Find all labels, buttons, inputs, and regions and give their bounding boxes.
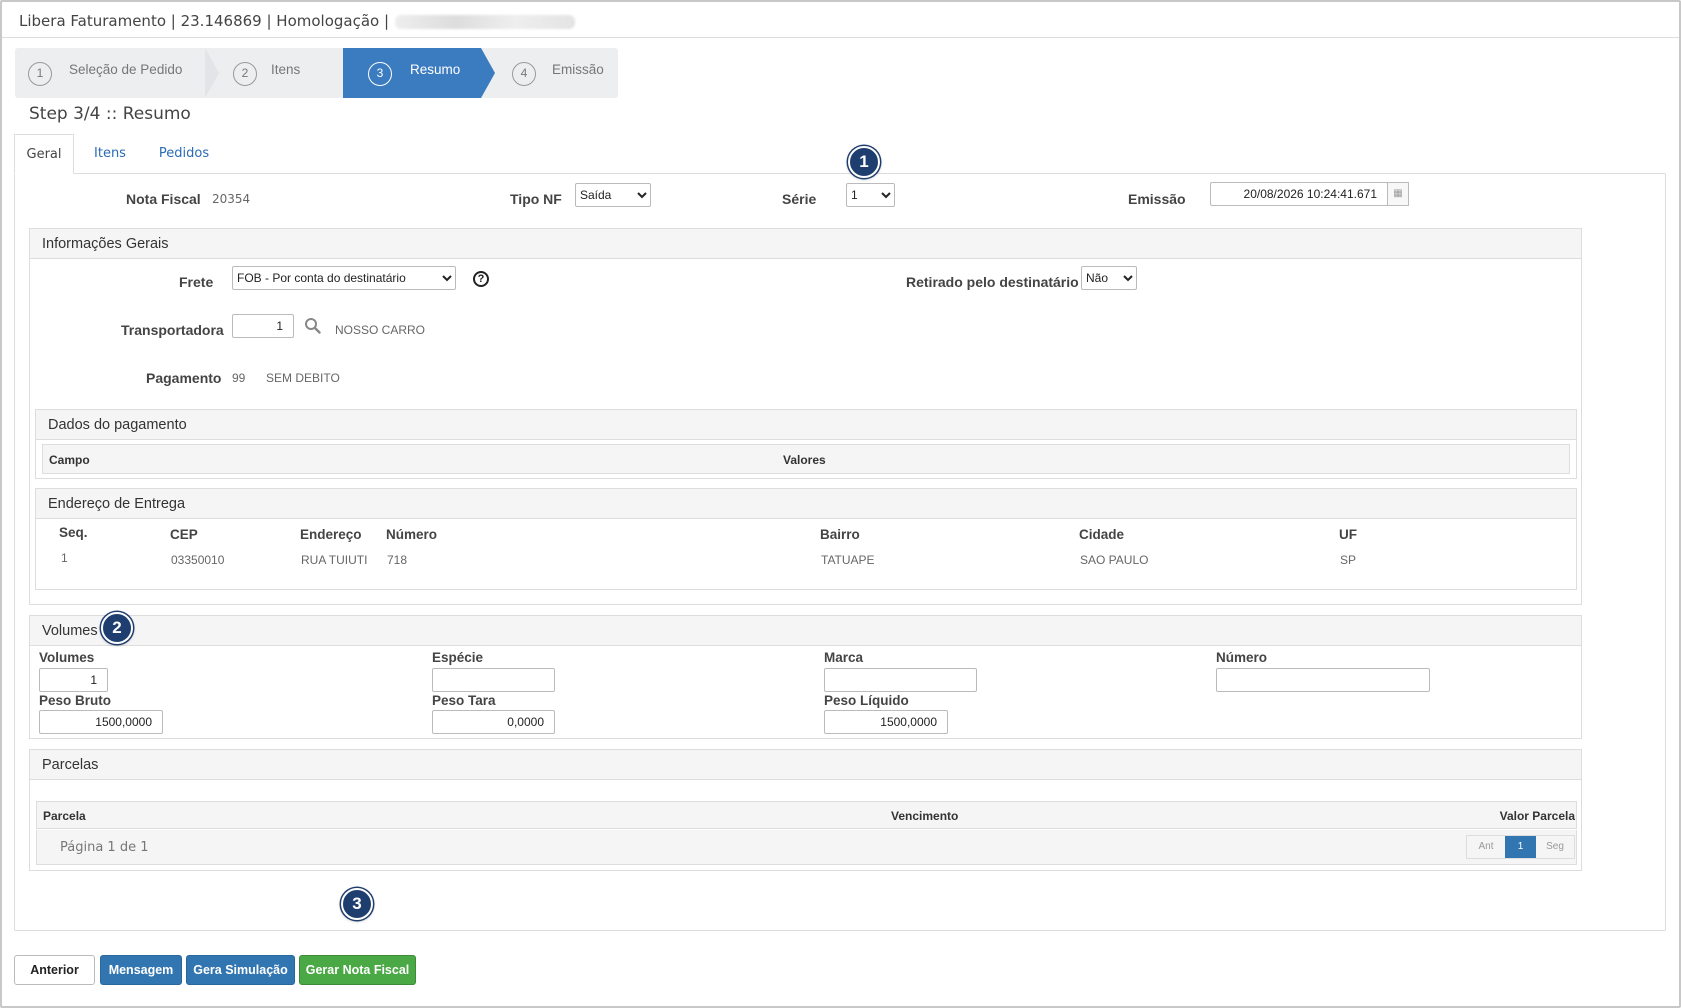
marca-input[interactable] — [824, 668, 977, 692]
step-divider — [205, 48, 219, 98]
numero-vol-label: Número — [1216, 650, 1268, 665]
dados-pagamento-title: Dados do pagamento — [36, 410, 1576, 440]
wizard-steps: 1 Seleção de Pedido 2 Itens 3 Resumo 4 E… — [15, 48, 618, 98]
pager-next[interactable]: Seg — [1536, 836, 1574, 858]
endereco-cep: 03350010 — [171, 553, 225, 567]
transportadora-name: NOSSO CARRO — [335, 323, 426, 337]
parcelas-title: Parcelas — [30, 750, 1581, 780]
gera-simulacao-button[interactable]: Gera Simulação — [186, 955, 295, 985]
step-label: Resumo — [410, 62, 461, 77]
parcelas-footer: Página 1 de 1 Ant 1 Seg — [36, 830, 1577, 865]
col-endereco: Endereço — [300, 527, 362, 542]
numero-vol-input[interactable] — [1216, 668, 1430, 692]
nota-fiscal-value: 20354 — [212, 192, 251, 206]
pagamento-code: 99 — [232, 371, 246, 385]
endereco-numero: 718 — [387, 553, 408, 567]
info-gerais-title: Informações Gerais — [30, 229, 1581, 259]
wizard-step-3[interactable]: 3 Resumo — [343, 48, 481, 98]
tipo-nf-label: Tipo NF — [510, 191, 562, 207]
gerar-nota-fiscal-button[interactable]: Gerar Nota Fiscal — [299, 955, 416, 985]
tab-pedidos[interactable]: Pedidos — [154, 134, 214, 174]
pagination: Ant 1 Seg — [1466, 835, 1575, 859]
especie-label: Espécie — [432, 650, 484, 665]
step-label: Seleção de Pedido — [69, 62, 183, 77]
mensagem-button[interactable]: Mensagem — [100, 955, 182, 985]
pagamento-label: Pagamento — [146, 370, 222, 386]
frete-select[interactable]: FOB - Por conta do destinatário — [232, 266, 456, 290]
dados-pagamento-panel: Dados do pagamento Campo Valores — [35, 409, 1577, 479]
especie-input[interactable] — [432, 668, 555, 692]
pager-prev[interactable]: Ant — [1467, 836, 1505, 858]
serie-label: Série — [782, 191, 817, 207]
col-campo: Campo — [49, 453, 90, 467]
help-icon[interactable]: ? — [473, 271, 489, 287]
col-seq: Seq. — [59, 525, 88, 540]
endereco-bairro: TATUAPE — [821, 553, 875, 567]
callout-badge-3: 3 — [341, 888, 373, 920]
step-divider — [329, 48, 343, 98]
marca-label: Marca — [824, 650, 864, 665]
col-bairro: Bairro — [820, 527, 860, 542]
emissao-label: Emissão — [1128, 191, 1186, 207]
peso-tara-label: Peso Tara — [432, 693, 496, 708]
peso-tara-input[interactable] — [432, 710, 555, 734]
step-label: Emissão — [552, 62, 604, 77]
wizard-step-2[interactable]: 2 Itens — [221, 48, 331, 98]
col-parcela: Parcela — [43, 809, 86, 823]
anterior-button[interactable]: Anterior — [14, 955, 95, 985]
col-uf: UF — [1339, 527, 1357, 542]
endereco-uf: SP — [1340, 553, 1357, 567]
callout-badge-2: 2 — [101, 612, 133, 644]
endereco-cidade: SAO PAULO — [1080, 553, 1149, 567]
retirado-label: Retirado pelo destinatário — [906, 274, 1079, 290]
step-number: 2 — [233, 62, 257, 86]
transportadora-input[interactable] — [232, 314, 294, 338]
endereco-rua: RUA TUIUTI — [301, 553, 368, 567]
nota-fiscal-label: Nota Fiscal — [126, 191, 201, 207]
title-bar: Libera Faturamento | 23.146869 | Homolog… — [2, 2, 1679, 38]
calendar-icon[interactable]: ▦ — [1387, 182, 1409, 206]
endereco-seq: 1 — [61, 551, 68, 565]
col-cidade: Cidade — [1079, 527, 1125, 542]
volumes-qty-label: Volumes — [39, 650, 95, 665]
peso-bruto-input[interactable] — [39, 710, 163, 734]
page-title: Libera Faturamento | 23.146869 | Homolog… — [19, 12, 390, 30]
callout-badge-1: 1 — [848, 146, 880, 178]
wizard-step-4[interactable]: 4 Emissão — [501, 48, 618, 98]
dados-pagamento-table-header: Campo Valores — [42, 444, 1570, 474]
retirado-select[interactable]: Não — [1081, 266, 1137, 290]
col-valor-parcela: Valor Parcela — [1499, 809, 1575, 823]
step-number: 1 — [28, 62, 52, 86]
frete-label: Frete — [179, 274, 214, 290]
redacted-text — [395, 14, 576, 29]
col-valores: Valores — [783, 453, 826, 467]
step-label: Itens — [271, 62, 301, 77]
serie-select[interactable]: 1 — [846, 183, 895, 207]
volumes-qty-input[interactable] — [39, 668, 108, 692]
peso-liquido-label: Peso Líquido — [824, 693, 909, 708]
pagination-info: Página 1 de 1 — [60, 840, 149, 855]
peso-liquido-input[interactable] — [824, 710, 948, 734]
col-cep: CEP — [170, 527, 198, 542]
parcelas-table-header: Parcela Vencimento Valor Parcela — [36, 801, 1577, 829]
step-divider — [481, 48, 495, 98]
search-icon[interactable] — [304, 317, 321, 334]
tab-geral[interactable]: Geral — [14, 134, 74, 174]
step-number: 3 — [368, 62, 392, 86]
pagamento-desc: SEM DEBITO — [266, 371, 340, 385]
volumes-title: Volumes — [30, 616, 1581, 646]
endereco-title: Endereço de Entrega — [36, 489, 1576, 519]
step-heading: Step 3/4 :: Resumo — [29, 104, 191, 124]
col-vencimento: Vencimento — [891, 809, 959, 823]
pager-page-1[interactable]: 1 — [1505, 836, 1536, 858]
parcelas-panel: Parcelas Parcela Vencimento Valor Parcel… — [29, 749, 1582, 871]
col-numero: Número — [386, 527, 438, 542]
peso-bruto-label: Peso Bruto — [39, 693, 112, 708]
tipo-nf-select[interactable]: Saída — [575, 183, 651, 207]
wizard-step-1[interactable]: 1 Seleção de Pedido — [15, 48, 220, 98]
tab-itens[interactable]: Itens — [90, 134, 130, 174]
transportadora-label: Transportadora — [121, 322, 224, 338]
step-number: 4 — [512, 62, 536, 86]
emissao-date-input[interactable] — [1210, 182, 1388, 206]
